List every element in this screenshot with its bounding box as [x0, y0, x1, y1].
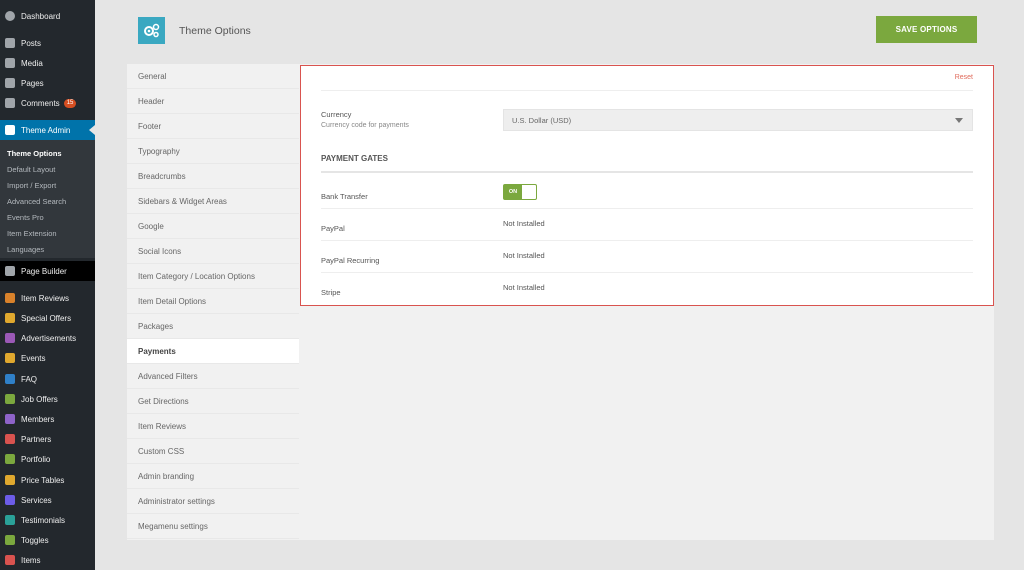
comments-count-badge: 15	[63, 98, 77, 108]
menu-testimonials[interactable]: Testimonials	[0, 510, 95, 530]
submenu-theme-options[interactable]: Theme Options	[7, 149, 62, 158]
menu-special-offers[interactable]: Special Offers	[0, 308, 95, 328]
wp-admin-sidebar: Dashboard Posts Media Pages Comments 15 T…	[0, 0, 95, 570]
menu-pages[interactable]: Pages	[0, 73, 95, 93]
nav-sidebars-widget-areas[interactable]: Sidebars & Widget Areas	[127, 189, 299, 214]
payments-settings: Reset Currency Currency code for payment…	[300, 65, 994, 306]
tag-icon	[5, 313, 15, 323]
submenu-default-layout[interactable]: Default Layout	[7, 165, 55, 174]
divider	[321, 208, 973, 209]
menu-posts[interactable]: Posts	[0, 33, 95, 53]
star-icon	[5, 293, 15, 303]
menu-faq[interactable]: FAQ	[0, 369, 95, 389]
pin-icon	[5, 38, 15, 48]
calendar-icon	[5, 353, 15, 363]
menu-theme-admin[interactable]: Theme Admin	[0, 120, 95, 140]
nav-item-detail-options[interactable]: Item Detail Options	[127, 289, 299, 314]
nav-advanced-filters[interactable]: Advanced Filters	[127, 364, 299, 389]
menu-dashboard[interactable]: Dashboard	[0, 6, 95, 26]
menu-advertisements[interactable]: Advertisements	[0, 328, 95, 348]
divider	[321, 272, 973, 273]
toggles-icon	[5, 535, 15, 545]
nav-megamenu-settings[interactable]: Megamenu settings	[127, 514, 299, 539]
nav-get-directions[interactable]: Get Directions	[127, 389, 299, 414]
stripe-status: Not Installed	[503, 283, 545, 292]
theme-admin-icon	[5, 125, 15, 135]
save-options-button[interactable]: SAVE OPTIONS	[876, 16, 977, 43]
section-title: PAYMENT GATES	[321, 154, 388, 163]
nav-google[interactable]: Google	[127, 214, 299, 239]
nav-header[interactable]: Header	[127, 89, 299, 114]
nav-item-reviews[interactable]: Item Reviews	[127, 414, 299, 439]
chevron-down-icon	[955, 118, 963, 123]
submenu-events-pro[interactable]: Events Pro	[7, 213, 44, 222]
section-divider	[321, 171, 973, 173]
nav-general[interactable]: General	[127, 64, 299, 89]
pages-icon	[5, 78, 15, 88]
comments-icon	[5, 98, 15, 108]
portfolio-icon	[5, 454, 15, 464]
menu-events[interactable]: Events	[0, 348, 95, 368]
price-icon	[5, 475, 15, 485]
menu-price-tables[interactable]: Price Tables	[0, 470, 95, 490]
nav-admin-branding[interactable]: Admin branding	[127, 464, 299, 489]
bank-transfer-toggle[interactable]: ON	[503, 184, 537, 200]
currency-selected-value: U.S. Dollar (USD)	[512, 115, 572, 125]
members-icon	[5, 414, 15, 424]
paypal-recurring-label: PayPal Recurring	[321, 256, 380, 265]
toggle-on-label: ON	[504, 185, 522, 199]
currency-description: Currency code for payments	[321, 122, 409, 129]
currency-label: Currency	[321, 110, 352, 119]
faq-icon	[5, 374, 15, 384]
nav-social-icons[interactable]: Social Icons	[127, 239, 299, 264]
paypal-recurring-status: Not Installed	[503, 251, 545, 260]
menu-comments[interactable]: Comments 15	[0, 93, 95, 113]
menu-item-reviews[interactable]: Item Reviews	[0, 288, 95, 308]
gears-icon	[138, 17, 165, 44]
menu-page-builder[interactable]: Page Builder	[0, 261, 95, 281]
menu-members[interactable]: Members	[0, 409, 95, 429]
job-icon	[5, 394, 15, 404]
items-icon	[5, 555, 15, 565]
submenu-import-export[interactable]: Import / Export	[7, 181, 56, 190]
nav-item-category-location[interactable]: Item Category / Location Options	[127, 264, 299, 289]
menu-toggles[interactable]: Toggles	[0, 530, 95, 550]
nav-packages[interactable]: Packages	[127, 314, 299, 339]
nav-breadcrumbs[interactable]: Breadcrumbs	[127, 164, 299, 189]
nav-payments[interactable]: Payments	[127, 339, 299, 364]
bank-transfer-label: Bank Transfer	[321, 192, 368, 201]
currency-select[interactable]: U.S. Dollar (USD)	[503, 109, 973, 131]
divider	[321, 240, 973, 241]
paypal-label: PayPal	[321, 224, 345, 233]
submenu-languages[interactable]: Languages	[7, 245, 44, 254]
divider	[321, 90, 973, 91]
partners-icon	[5, 434, 15, 444]
media-icon	[5, 58, 15, 68]
paypal-status: Not Installed	[503, 219, 545, 228]
submenu-advanced-search[interactable]: Advanced Search	[7, 197, 66, 206]
nav-administrator-settings[interactable]: Administrator settings	[127, 489, 299, 514]
stripe-label: Stripe	[321, 288, 341, 297]
services-icon	[5, 495, 15, 505]
options-nav: General Header Footer Typography Breadcr…	[127, 64, 299, 540]
menu-partners[interactable]: Partners	[0, 429, 95, 449]
theme-admin-submenu: Theme Options Default Layout Import / Ex…	[0, 140, 95, 258]
nav-custom-css[interactable]: Custom CSS	[127, 439, 299, 464]
reset-link[interactable]: Reset	[955, 74, 973, 81]
menu-services[interactable]: Services	[0, 490, 95, 510]
nav-footer[interactable]: Footer	[127, 114, 299, 139]
menu-media[interactable]: Media	[0, 53, 95, 73]
ad-icon	[5, 333, 15, 343]
page-title: Theme Options	[179, 25, 251, 37]
submenu-item-extension[interactable]: Item Extension	[7, 229, 57, 238]
testimonials-icon	[5, 515, 15, 525]
nav-typography[interactable]: Typography	[127, 139, 299, 164]
menu-items[interactable]: Items	[0, 550, 95, 570]
page-builder-icon	[5, 266, 15, 276]
menu-portfolio[interactable]: Portfolio	[0, 449, 95, 469]
menu-job-offers[interactable]: Job Offers	[0, 389, 95, 409]
dashboard-icon	[5, 11, 15, 21]
